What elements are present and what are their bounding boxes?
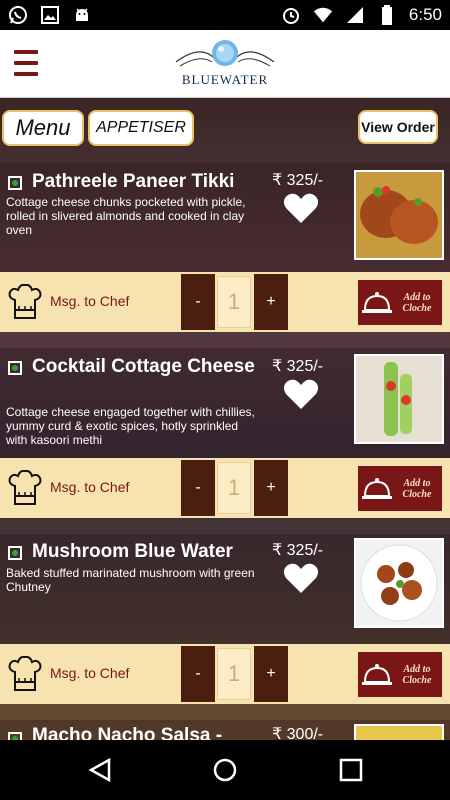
app-header: BLUEWATER <box>0 30 450 98</box>
menu-item: Mushroom Blue Water Baked stuffed marina… <box>0 534 450 704</box>
msg-to-chef-link[interactable]: Msg. to Chef <box>50 293 129 309</box>
heart-icon[interactable] <box>283 562 319 594</box>
tab-menu[interactable]: Menu <box>2 110 84 146</box>
veg-indicator-icon <box>8 176 22 190</box>
rupee-icon: ₹ <box>272 542 283 559</box>
cloche-icon <box>362 663 392 685</box>
item-description: Baked stuffed marinated mushroom with gr… <box>6 566 255 594</box>
add-to-cloche-button[interactable]: Add to Cloche <box>358 280 442 325</box>
rupee-icon: ₹ <box>272 358 283 375</box>
veg-indicator-icon <box>8 546 22 560</box>
system-navigation-bar <box>0 740 450 800</box>
logo-emblem-icon <box>175 40 275 67</box>
rupee-icon: ₹ <box>272 726 283 740</box>
increase-quantity-button[interactable]: + <box>254 646 288 702</box>
whatsapp-icon <box>8 5 28 25</box>
item-name: Macho Nacho Salsa - <box>32 725 223 740</box>
item-price: ₹ 325/- <box>272 358 324 375</box>
item-image <box>354 724 444 740</box>
cloche-icon <box>362 477 392 499</box>
menu-item: Cocktail Cottage Cheese Cottage cheese e… <box>0 348 450 518</box>
item-details: Mushroom Blue Water Baked stuffed marina… <box>0 534 450 644</box>
alarm-icon <box>281 5 301 25</box>
wifi-icon <box>313 5 333 25</box>
item-name: Mushroom Blue Water <box>32 541 233 562</box>
decrease-quantity-button[interactable]: - <box>181 646 215 702</box>
android-icon <box>72 5 92 25</box>
heart-icon[interactable] <box>283 378 319 410</box>
back-icon[interactable] <box>87 757 113 783</box>
add-to-cloche-button[interactable]: Add to Cloche <box>358 652 442 697</box>
chef-hat-icon[interactable] <box>6 470 44 508</box>
item-description: Cottage cheese engaged together with chi… <box>6 405 255 447</box>
rupee-icon: ₹ <box>272 172 283 189</box>
item-actions: Msg. to Chef - 1 + Add to Cloche <box>0 272 450 332</box>
image-icon <box>40 5 60 25</box>
msg-to-chef-link[interactable]: Msg. to Chef <box>50 479 129 495</box>
status-time: 6:50 <box>408 5 442 24</box>
add-to-cloche-label: Add to Cloche <box>402 663 432 686</box>
increase-quantity-button[interactable]: + <box>254 274 288 330</box>
brand-name: BLUEWATER <box>181 72 269 87</box>
add-to-cloche-label: Add to Cloche <box>402 291 432 314</box>
add-to-cloche-label: Add to Cloche <box>402 477 432 500</box>
battery-icon <box>377 5 397 25</box>
category-tabs: Menu APPETISER View Order <box>0 98 450 158</box>
item-actions: Msg. to Chef - 1 + Add to Cloche <box>0 644 450 704</box>
menu-item: Pathreele Paneer Tikki Cottage cheese ch… <box>0 162 450 332</box>
item-description: Cottage cheese chunks pocketed with pick… <box>6 195 246 237</box>
item-details: Macho Nacho Salsa - ₹ 300/- <box>0 720 450 740</box>
quantity-value[interactable]: 1 <box>217 276 251 328</box>
item-name: Pathreele Paneer Tikki <box>32 171 235 192</box>
tab-appetiser[interactable]: APPETISER <box>88 110 194 146</box>
home-icon[interactable] <box>212 757 238 783</box>
increase-quantity-button[interactable]: + <box>254 460 288 516</box>
heart-icon[interactable] <box>283 192 319 224</box>
item-image <box>354 538 444 628</box>
chef-hat-icon[interactable] <box>6 284 44 322</box>
add-to-cloche-button[interactable]: Add to Cloche <box>358 466 442 511</box>
brand-logo: BLUEWATER <box>170 36 280 92</box>
decrease-quantity-button[interactable]: - <box>181 460 215 516</box>
recents-icon[interactable] <box>338 757 364 783</box>
item-name: Cocktail Cottage Cheese <box>32 356 255 377</box>
item-price: ₹ 300/- <box>272 724 342 740</box>
menu-content[interactable]: Menu APPETISER View Order Pathreele Pane… <box>0 98 450 740</box>
menu-icon[interactable] <box>14 50 38 76</box>
decrease-quantity-button[interactable]: - <box>181 274 215 330</box>
item-image <box>354 170 444 260</box>
msg-to-chef-link[interactable]: Msg. to Chef <box>50 665 129 681</box>
item-image <box>354 354 444 444</box>
menu-item: Macho Nacho Salsa - ₹ 300/- <box>0 720 450 740</box>
veg-indicator-icon <box>8 732 22 740</box>
view-order-button[interactable]: View Order <box>358 110 438 144</box>
item-details: Pathreele Paneer Tikki Cottage cheese ch… <box>0 162 450 272</box>
veg-indicator-icon <box>8 361 22 375</box>
quantity-value[interactable]: 1 <box>217 648 251 700</box>
item-price: ₹ 325/- <box>272 542 324 559</box>
cloche-icon <box>362 291 392 313</box>
item-price: ₹ 325/- <box>272 172 324 189</box>
item-actions: Msg. to Chef - 1 + Add to Cloche <box>0 458 450 518</box>
quantity-value[interactable]: 1 <box>217 462 251 514</box>
status-bar: 6:50 <box>0 0 450 30</box>
signal-icon <box>345 5 365 25</box>
item-details: Cocktail Cottage Cheese Cottage cheese e… <box>0 348 450 458</box>
chef-hat-icon[interactable] <box>6 656 44 694</box>
